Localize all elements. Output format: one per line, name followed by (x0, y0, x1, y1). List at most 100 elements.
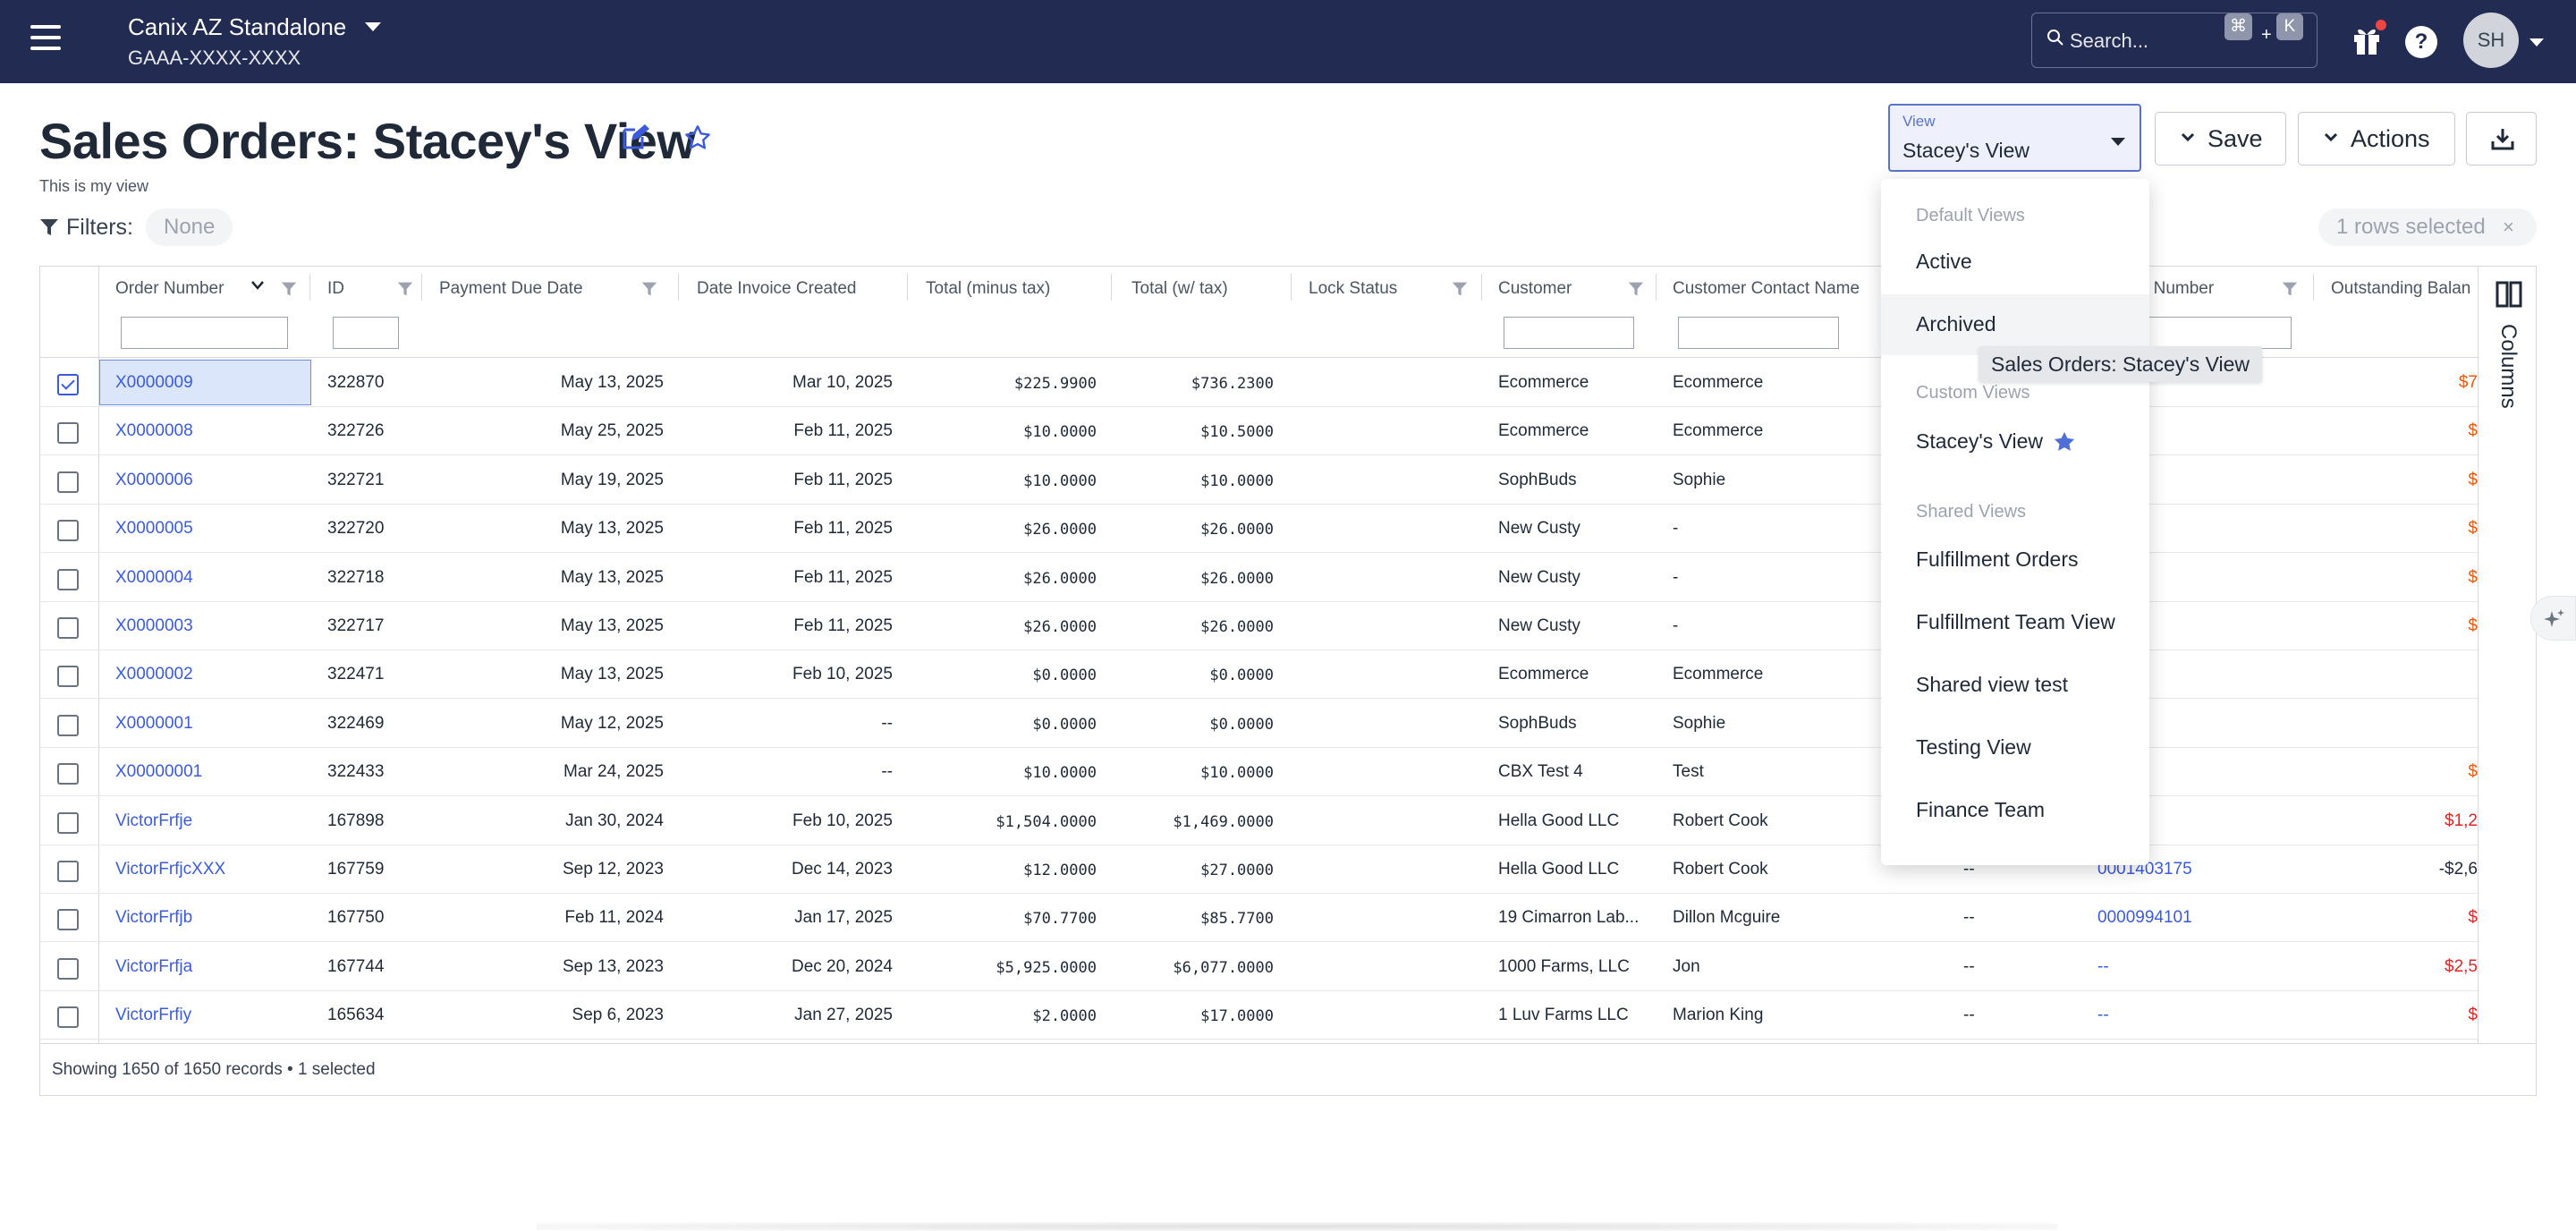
order-number-cell[interactable]: X0000002 (115, 665, 193, 684)
view-option-staceys-view[interactable]: Stacey's View (1881, 412, 2149, 472)
order-number-cell[interactable]: VictorFrfiy (115, 1006, 191, 1025)
order-number-cell[interactable]: VictorFrfjb (115, 908, 192, 928)
row-select-checkbox[interactable] (57, 714, 79, 736)
organization-id: GAAA-XXXX-XXXX (128, 47, 301, 69)
order-number-cell[interactable]: VictorFrfjcXXX (115, 860, 225, 879)
row-select-checkbox[interactable] (57, 471, 79, 493)
order-number-cell[interactable]: X0000003 (115, 616, 193, 636)
column-header-lock-status[interactable]: Lock Status (1309, 279, 1397, 299)
column-header-order-number[interactable]: Order Number (115, 279, 224, 299)
table-row[interactable]: VictorFrfjb 167750 Feb 11, 2024 Jan 17, 202… (40, 894, 2478, 943)
row-select-checkbox[interactable] (57, 763, 79, 785)
row-select-checkbox[interactable] (57, 1006, 79, 1029)
manifest-number-filter-input[interactable] (2138, 317, 2292, 349)
sort-descending-icon[interactable] (250, 279, 265, 292)
shortcut-plus: + (2261, 25, 2272, 45)
customer-contact-cell: Ecommerce (1673, 373, 1764, 392)
filters-none-pill[interactable]: None (146, 208, 233, 246)
table-row[interactable]: VictorFrfiy 165634 Sep 6, 2023 Jan 27, 2025… (40, 991, 2478, 1040)
column-separator[interactable] (421, 274, 422, 301)
row-select-checkbox[interactable] (57, 861, 79, 882)
organization-switcher-chevron-down-icon[interactable] (365, 22, 381, 31)
view-option-finance-team[interactable]: Finance Team (1881, 780, 2149, 841)
order-number-cell[interactable]: X00000001 (115, 762, 202, 782)
export-button[interactable] (2466, 112, 2537, 166)
column-filter-icon[interactable] (2282, 281, 2298, 297)
global-search-input[interactable]: Search... (2031, 13, 2318, 68)
actions-button[interactable]: Actions (2298, 112, 2455, 166)
row-select-checkbox[interactable] (57, 957, 79, 980)
record-count-status: Showing 1650 of 1650 records • 1 selecte… (52, 1060, 376, 1079)
customer-cell: Ecommerce (1498, 421, 1589, 441)
user-avatar[interactable]: SH (2463, 13, 2519, 68)
column-filter-icon[interactable] (641, 281, 657, 297)
column-filter-icon[interactable] (397, 281, 413, 297)
total-with-tax-cell: $0.0000 (1209, 666, 1274, 685)
payment-due-date-cell: May 13, 2025 (560, 373, 664, 392)
view-option-fulfillment-team-view[interactable]: Fulfillment Team View (1881, 592, 2149, 653)
column-separator[interactable] (678, 274, 679, 301)
outstanding-balance-cell: $2,5 (2445, 956, 2478, 976)
manifest-number-cell[interactable]: 0000994101 (2097, 908, 2192, 928)
row-select-checkbox[interactable] (57, 520, 79, 542)
order-number-cell[interactable]: X0000006 (115, 471, 193, 490)
column-filter-icon[interactable] (281, 281, 297, 297)
order-number-cell[interactable]: VictorFrfja (115, 957, 192, 977)
column-header-date-invoice-created[interactable]: Date Invoice Created (697, 279, 857, 299)
column-separator[interactable] (1291, 274, 1292, 301)
ai-assistant-button[interactable] (2530, 596, 2576, 641)
total-minus-tax-cell: $12.0000 (1023, 862, 1097, 879)
order-number-cell[interactable]: X0000004 (115, 568, 193, 588)
order-number-cell[interactable]: X0000001 (115, 714, 193, 734)
customer-contact-filter-input[interactable] (1678, 317, 1839, 349)
order-number-cell[interactable]: X0000005 (115, 519, 193, 539)
order-number-cell[interactable]: X0000009 (115, 373, 193, 393)
save-button[interactable]: Save (2155, 112, 2286, 166)
column-filter-icon[interactable] (1452, 281, 1468, 297)
user-menu-chevron-down-icon[interactable] (2529, 38, 2544, 47)
view-option-active[interactable]: Active (1881, 232, 2149, 293)
organization-name[interactable]: Canix AZ Standalone (128, 13, 346, 41)
id-filter-input[interactable] (333, 317, 399, 349)
clear-selection-close-icon[interactable]: × (2503, 208, 2514, 246)
date-invoice-created-cell: Feb 11, 2025 (793, 616, 893, 635)
order-number-filter-input[interactable] (121, 317, 288, 349)
column-header-id[interactable]: ID (327, 279, 344, 299)
help-icon[interactable]: ? (2405, 26, 2437, 58)
column-header-total-with-tax[interactable]: Total (w/ tax) (1131, 279, 1228, 299)
table-row[interactable]: VictorFrfja 167744 Sep 13, 2023 Dec 20, 202… (40, 943, 2478, 991)
column-separator[interactable] (1656, 274, 1657, 301)
column-header-total-minus-tax[interactable]: Total (minus tax) (926, 279, 1050, 299)
view-select[interactable]: View Stacey's View (1888, 104, 2141, 172)
edit-icon[interactable] (621, 123, 649, 151)
row-select-checkbox[interactable] (57, 568, 79, 590)
column-separator[interactable] (907, 274, 908, 301)
view-option-shared-view-test[interactable]: Shared view test (1881, 655, 2149, 716)
order-number-cell[interactable]: VictorFrfje (115, 811, 192, 831)
column-filter-icon[interactable] (1628, 281, 1644, 297)
row-select-checkbox[interactable] (57, 617, 79, 639)
favorite-star-icon[interactable] (683, 123, 712, 152)
columns-panel-toggle[interactable]: Columns (2478, 267, 2536, 1043)
manifest-number-cell[interactable]: -- (2097, 957, 2109, 977)
column-header-payment-due-date[interactable]: Payment Due Date (439, 279, 583, 299)
order-number-cell[interactable]: X0000008 (115, 421, 193, 441)
row-select-checkbox[interactable] (57, 909, 79, 931)
customer-filter-input[interactable] (1504, 317, 1634, 349)
customer-contact-cell: Jon (1673, 956, 1700, 976)
column-header-customer-contact-name[interactable]: Customer Contact Name (1673, 279, 1860, 299)
row-select-checkbox[interactable] (57, 666, 79, 688)
manifest-number-cell[interactable]: -- (2097, 1006, 2109, 1025)
column-header-outstanding-balance[interactable]: Outstanding Balan (2331, 279, 2470, 299)
row-select-checkbox[interactable] (57, 811, 79, 834)
column-separator[interactable] (309, 274, 310, 301)
row-select-checkbox[interactable] (57, 374, 79, 395)
hamburger-menu-icon[interactable] (30, 25, 61, 50)
column-separator[interactable] (1481, 274, 1482, 301)
column-separator[interactable] (2313, 274, 2314, 301)
column-separator[interactable] (1111, 274, 1112, 301)
column-header-customer[interactable]: Customer (1498, 279, 1572, 299)
view-option-fulfillment-orders[interactable]: Fulfillment Orders (1881, 530, 2149, 590)
row-select-checkbox[interactable] (57, 422, 79, 445)
view-option-testing-view[interactable]: Testing View (1881, 717, 2149, 778)
